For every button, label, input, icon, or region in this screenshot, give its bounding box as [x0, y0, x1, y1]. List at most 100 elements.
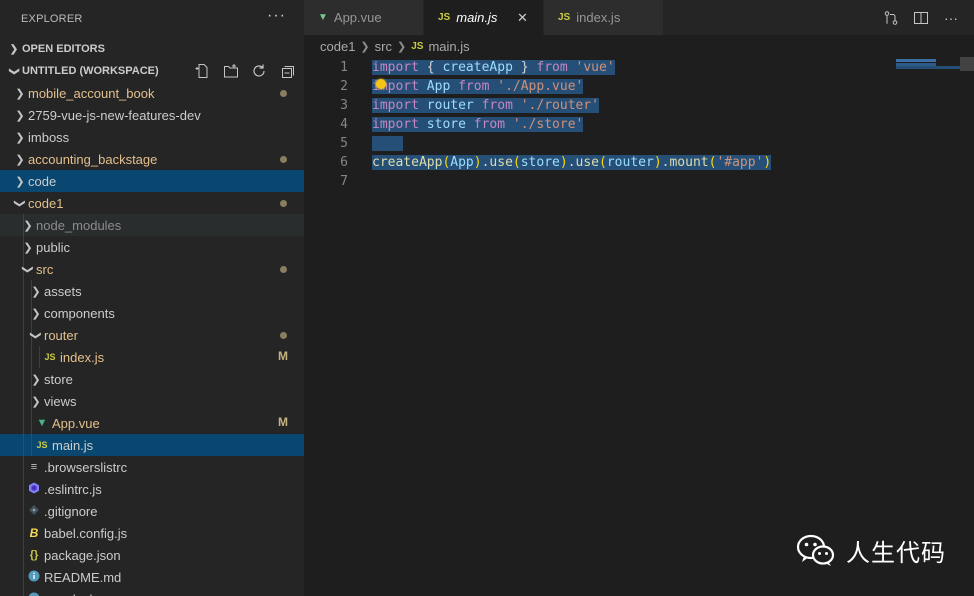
modified-dot [280, 266, 287, 273]
tree-file[interactable]: ▼ App.vue M [0, 412, 304, 434]
workspace-actions [194, 62, 296, 80]
breadcrumb-item[interactable]: src [375, 39, 392, 54]
tree-file[interactable]: {} package.json [0, 544, 304, 566]
tree-file[interactable]: ≡ .browserslistrc [0, 456, 304, 478]
code-text: import router from './router' [372, 98, 600, 113]
tree-file[interactable]: .eslintrc.js [0, 478, 304, 500]
tree-item-label: store [44, 371, 73, 387]
code-line[interactable]: 6 createApp(App).use(store).use(router).m… [304, 153, 894, 172]
chevron-right-icon: ❯ [396, 40, 407, 53]
chevron-right-icon: ❯ [15, 87, 25, 100]
breadcrumb-file[interactable]: main.js [428, 39, 469, 54]
open-changes-icon[interactable] [882, 9, 900, 27]
tree-folder[interactable]: ❯ components [0, 302, 304, 324]
info-icon [26, 570, 42, 585]
minimap[interactable] [896, 59, 966, 69]
code-token: ) [763, 155, 772, 170]
code-line[interactable]: 3 import router from './router' [304, 96, 894, 115]
code-token: './store' [512, 117, 584, 132]
tree-item-label: router [44, 327, 78, 343]
indent-guide [23, 566, 24, 588]
more-actions-icon[interactable]: ··· [942, 9, 960, 27]
indent-guide [31, 368, 32, 390]
indent-guide [23, 478, 24, 500]
chevron-right-icon: ❯ [15, 131, 25, 144]
tree-folder[interactable]: ❯ node_modules [0, 214, 304, 236]
workspace-label: UNTITLED (WORKSPACE) [22, 65, 159, 77]
breadcrumb: code1 ❯ src ❯ JS main.js [304, 35, 974, 57]
tree-file[interactable]: JS index.js M [0, 346, 304, 368]
indent-guide [23, 302, 24, 324]
tree-folder[interactable]: ❯ store [0, 368, 304, 390]
tab-app-vue[interactable]: ▼ App.vue [304, 0, 424, 35]
code-line[interactable]: 4 import store from './store' [304, 115, 894, 134]
code-token: from [458, 79, 490, 94]
chevron-down-icon: ❯ [13, 198, 26, 208]
indent-guide [23, 346, 24, 368]
git-modified-badge: M [278, 349, 288, 363]
tree-item-label: views [44, 393, 77, 409]
wechat-logo-icon [796, 534, 835, 566]
workspace-section[interactable]: ❯ UNTITLED (WORKSPACE) [0, 60, 304, 82]
breadcrumb-item[interactable]: code1 [320, 39, 355, 54]
code-line[interactable]: 7 [304, 172, 894, 191]
split-editor-icon[interactable] [912, 9, 930, 27]
tree-folder[interactable]: ❯ accounting_backstage [0, 148, 304, 170]
code-token: from [473, 117, 506, 132]
tree-folder[interactable]: ❯ public [0, 236, 304, 258]
indent-guide [31, 434, 32, 456]
tree-folder[interactable]: ❯ 2759-vue-js-new-features-dev [0, 104, 304, 126]
code-token: './App.vue' [497, 79, 584, 94]
tree-file[interactable]: README.md [0, 566, 304, 588]
tree-folder[interactable]: ❯ code [0, 170, 304, 192]
close-icon[interactable]: ✕ [515, 10, 529, 26]
indent-guide [23, 544, 24, 566]
eslint-icon [26, 482, 42, 497]
tree-file[interactable]: JS main.js [0, 434, 304, 456]
modified-dot [280, 200, 287, 207]
tree-file[interactable]: yarn.lock [0, 588, 304, 596]
code-token: import [372, 60, 419, 75]
tab-index-js[interactable]: JS index.js [544, 0, 664, 35]
indent-guide [23, 368, 24, 390]
new-file-icon[interactable] [194, 62, 212, 80]
code-token: ) [473, 155, 482, 170]
code-token: App [450, 155, 474, 170]
tree-file[interactable]: .gitignore [0, 500, 304, 522]
tree-item-label: index.js [60, 349, 105, 365]
open-editors-section[interactable]: ❯ OPEN EDITORS [0, 38, 304, 60]
collapse-all-icon[interactable] [278, 62, 296, 80]
tree-item-label: components [44, 305, 115, 321]
code-editor[interactable]: 1 import { createApp } from 'vue' 2 import … [304, 57, 974, 596]
code-line[interactable]: 1 import { createApp } from 'vue' [304, 58, 894, 77]
tree-file[interactable]: Bbabel.config.js [0, 522, 304, 544]
explorer-title: EXPLORER [21, 13, 83, 25]
code-token: . [567, 155, 576, 170]
indent-guide [23, 236, 24, 258]
js-icon: JS [558, 12, 571, 23]
git-modified-badge: M [278, 415, 288, 429]
more-actions-icon[interactable]: ··· [267, 7, 286, 25]
tree-folder[interactable]: ❯ mobile_account_book [0, 82, 304, 104]
tree-folder[interactable]: ❯ imboss [0, 126, 304, 148]
tree-folder[interactable]: ❯ assets [0, 280, 304, 302]
new-folder-icon[interactable] [222, 62, 240, 80]
code-line[interactable]: 5 [304, 134, 894, 153]
scrollbar-thumb[interactable] [960, 57, 974, 71]
tab-label: index.js [576, 10, 621, 25]
tree-folder[interactable]: ❯ code1 [0, 192, 304, 214]
code-token: ( [599, 155, 607, 170]
tree-folder[interactable]: ❯ views [0, 390, 304, 412]
tree-folder[interactable]: ❯ router [0, 324, 304, 346]
refresh-icon[interactable] [250, 62, 268, 80]
tree-item-label: assets [44, 283, 82, 299]
tab-main-js[interactable]: JS main.js ✕ [424, 0, 544, 35]
code-line[interactable]: 2 import App from './App.vue' [304, 77, 894, 96]
tree-item-label: node_modules [36, 217, 122, 233]
indent-guide [23, 522, 24, 544]
lightbulb-icon[interactable] [376, 79, 386, 89]
tree-folder[interactable]: ❯ src [0, 258, 304, 280]
code-token: use [575, 155, 600, 170]
